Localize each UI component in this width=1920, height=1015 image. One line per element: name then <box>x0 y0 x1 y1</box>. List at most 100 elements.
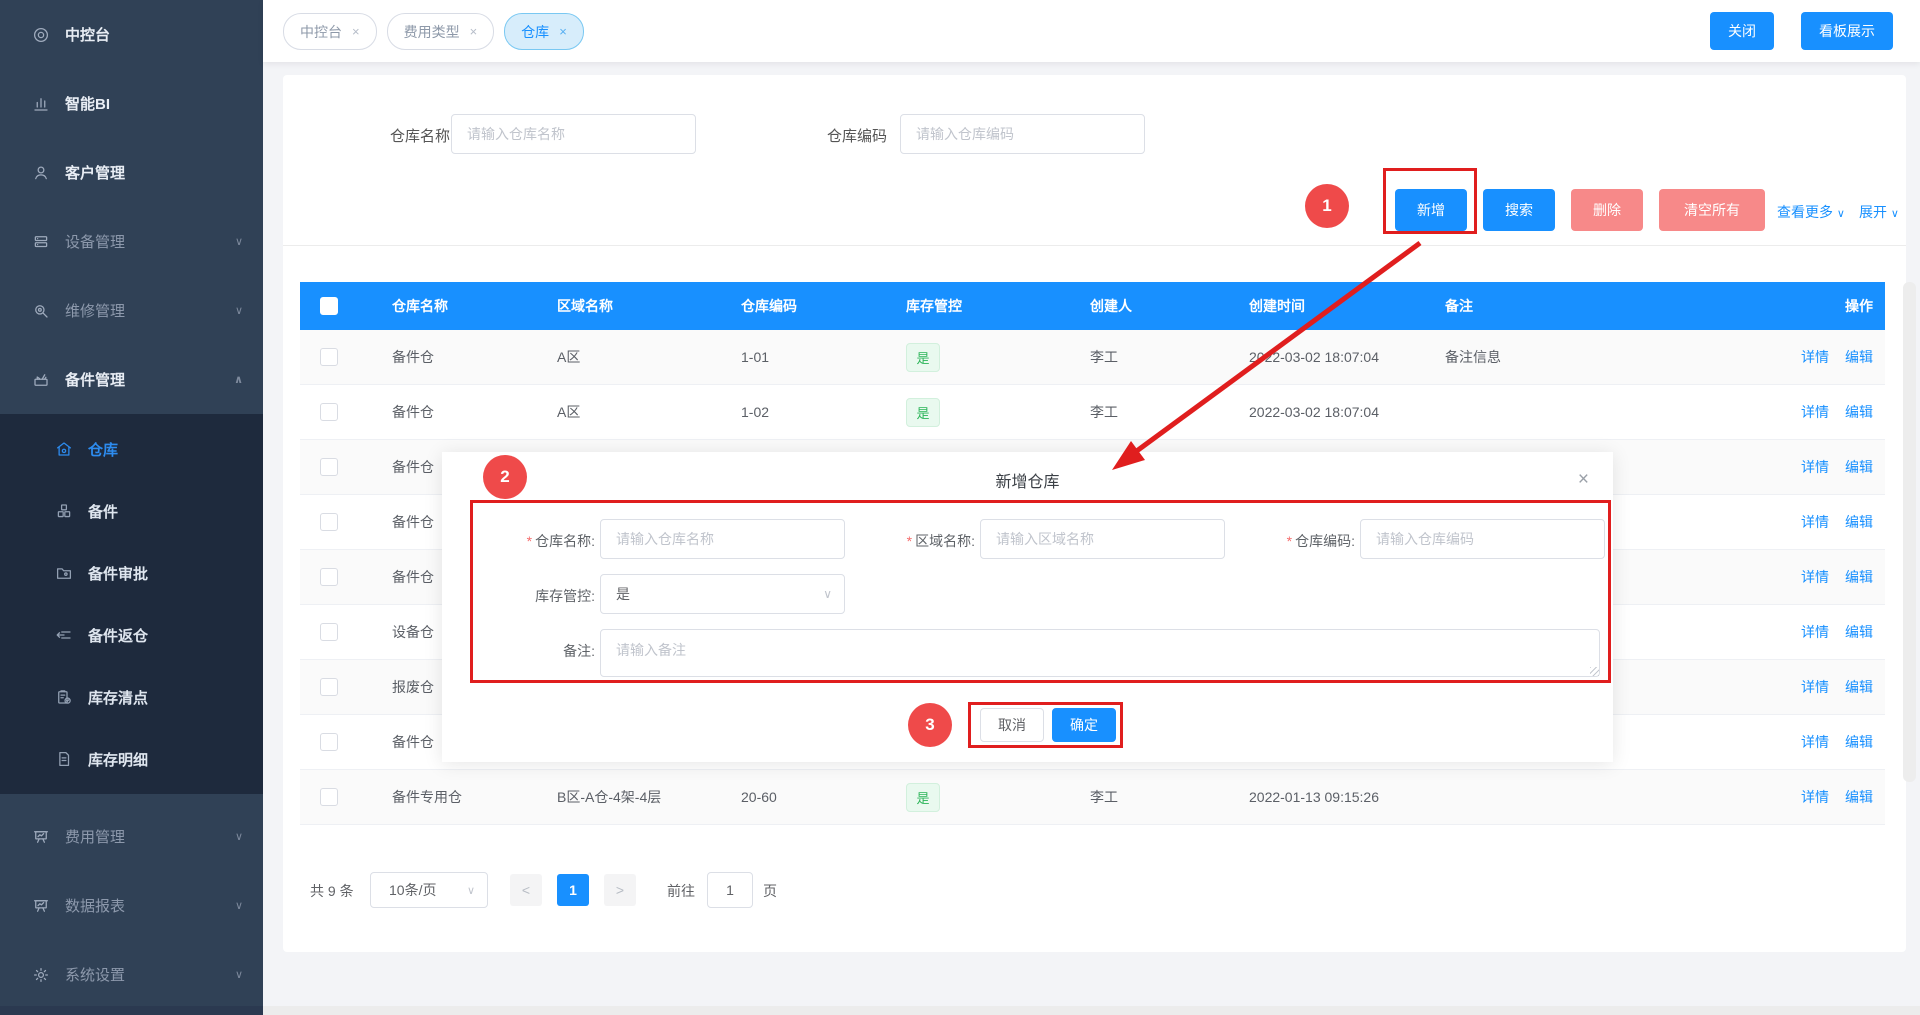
detail-link[interactable]: 详情 <box>1801 789 1829 805</box>
submenu-item-parts-approval[interactable]: 备件审批 <box>0 542 263 604</box>
row-checkbox[interactable] <box>320 458 338 476</box>
detail-link[interactable]: 详情 <box>1801 679 1829 695</box>
clear-all-button[interactable]: 清空所有 <box>1659 189 1765 231</box>
sidebar-item-reports[interactable]: 数据报表 ∨ <box>0 871 263 940</box>
edit-link[interactable]: 编辑 <box>1845 569 1873 585</box>
sidebar-item-label: 智能BI <box>65 93 243 114</box>
submenu-item-parts[interactable]: 备件 <box>0 480 263 542</box>
edit-link[interactable]: 编辑 <box>1845 789 1873 805</box>
row-checkbox[interactable] <box>320 788 338 806</box>
spare-parts-icon <box>32 371 50 389</box>
view-more-link[interactable]: 查看更多 ∨ <box>1777 202 1845 222</box>
detail-link[interactable]: 详情 <box>1801 459 1829 475</box>
resize-grip-icon[interactable] <box>1590 667 1599 676</box>
submenu-item-parts-return[interactable]: 备件返仓 <box>0 604 263 666</box>
sidebar-item-spare-parts[interactable]: 备件管理 ∧ <box>0 345 263 414</box>
cell-creator: 李工 <box>1056 402 1215 422</box>
sidebar-submenu: 仓库 备件 备件审批 备件返仓 库存清点 库存明细 <box>0 414 263 794</box>
row-checkbox[interactable] <box>320 568 338 586</box>
divider <box>283 245 1906 246</box>
expand-link[interactable]: 展开 ∨ <box>1859 202 1899 222</box>
detail-link[interactable]: 详情 <box>1801 404 1829 420</box>
tab-console[interactable]: 中控台 × <box>283 13 377 50</box>
detail-link[interactable]: 详情 <box>1801 349 1829 365</box>
submenu-item-stock-detail[interactable]: 库存明细 <box>0 728 263 790</box>
sidebar-item-repair[interactable]: 维修管理 ∨ <box>0 276 263 345</box>
cell-area: A区 <box>523 402 707 422</box>
vertical-scrollbar[interactable] <box>1903 282 1916 782</box>
sidebar-item-label: 客户管理 <box>65 162 243 183</box>
dialog-title: 新增仓库 <box>442 468 1613 492</box>
stock-control-select[interactable]: 是 ∨ <box>600 574 845 614</box>
warehouse-name-input[interactable] <box>451 114 696 154</box>
confirm-button[interactable]: 确定 <box>1052 708 1116 742</box>
search-button[interactable]: 搜索 <box>1483 189 1555 231</box>
warehouse-code-input[interactable] <box>900 114 1145 154</box>
next-page-button[interactable]: > <box>604 874 636 906</box>
submenu-item-label: 备件审批 <box>88 563 148 584</box>
submenu-item-stocktake[interactable]: 库存清点 <box>0 666 263 728</box>
submenu-item-warehouse[interactable]: 仓库 <box>0 418 263 480</box>
field-label-text: 仓库编码: <box>1295 533 1355 549</box>
goto-page-input[interactable] <box>707 872 753 908</box>
close-icon[interactable]: × <box>352 24 360 39</box>
sidebar-item-customers[interactable]: 客户管理 <box>0 138 263 207</box>
sidebar-item-bi[interactable]: 智能BI <box>0 69 263 138</box>
sidebar-item-console[interactable]: 中控台 <box>0 0 263 69</box>
stock-control-field-label: 库存管控: <box>485 586 595 606</box>
bar-chart-icon <box>32 95 50 113</box>
current-page[interactable]: 1 <box>557 874 589 906</box>
view-more-label: 查看更多 <box>1777 204 1833 220</box>
detail-link[interactable]: 详情 <box>1801 734 1829 750</box>
dialog-area-name-input[interactable] <box>980 519 1225 559</box>
page-size-select[interactable]: 10条/页 ∨ <box>370 872 488 908</box>
row-checkbox[interactable] <box>320 513 338 531</box>
chevron-down-icon: ∨ <box>235 899 243 912</box>
sidebar-item-expenses[interactable]: 费用管理 ∨ <box>0 802 263 871</box>
detail-link[interactable]: 详情 <box>1801 569 1829 585</box>
report-board-icon <box>32 897 50 915</box>
edit-link[interactable]: 编辑 <box>1845 349 1873 365</box>
col-warehouse-code: 仓库编码 <box>707 296 872 316</box>
warehouse-name-field-label: *仓库名称: <box>485 531 595 551</box>
row-checkbox[interactable] <box>320 733 338 751</box>
delete-button[interactable]: 删除 <box>1571 189 1643 231</box>
goto-label: 前往 <box>667 881 695 901</box>
prev-page-button[interactable]: < <box>510 874 542 906</box>
row-checkbox[interactable] <box>320 348 338 366</box>
edit-link[interactable]: 编辑 <box>1845 624 1873 640</box>
edit-link[interactable]: 编辑 <box>1845 679 1873 695</box>
dialog-warehouse-name-input[interactable] <box>600 519 845 559</box>
kanban-display-button[interactable]: 看板展示 <box>1801 12 1893 50</box>
chevron-down-icon: ∨ <box>823 587 832 601</box>
tab-expense-type[interactable]: 费用类型 × <box>387 13 495 50</box>
tab-warehouse[interactable]: 仓库 × <box>504 13 584 50</box>
add-button[interactable]: 新增 <box>1395 189 1467 231</box>
total-count: 共 9 条 <box>310 881 354 901</box>
dialog-warehouse-code-input[interactable] <box>1360 519 1605 559</box>
row-checkbox[interactable] <box>320 623 338 641</box>
dialog-close-icon[interactable]: × <box>1578 470 1589 489</box>
horizontal-scrollbar-left[interactable] <box>0 1006 263 1015</box>
cancel-button[interactable]: 取消 <box>980 708 1044 742</box>
close-page-button[interactable]: 关闭 <box>1710 12 1774 50</box>
detail-link[interactable]: 详情 <box>1801 624 1829 640</box>
close-icon[interactable]: × <box>559 24 567 39</box>
app-screen: 中控台 智能BI 客户管理 设备管理 ∨ 维修管理 ∨ 备件管理 ∧ <box>0 0 1920 1015</box>
sidebar-item-settings[interactable]: 系统设置 ∨ <box>0 940 263 1009</box>
edit-link[interactable]: 编辑 <box>1845 514 1873 530</box>
required-mark: * <box>527 533 532 549</box>
row-checkbox[interactable] <box>320 678 338 696</box>
detail-link[interactable]: 详情 <box>1801 514 1829 530</box>
row-checkbox[interactable] <box>320 403 338 421</box>
gear-icon <box>32 966 50 984</box>
horizontal-scrollbar-right[interactable] <box>263 1006 1920 1015</box>
dialog-remark-textarea[interactable] <box>600 629 1600 677</box>
close-icon[interactable]: × <box>470 24 478 39</box>
edit-link[interactable]: 编辑 <box>1845 734 1873 750</box>
select-all-checkbox[interactable] <box>320 297 338 315</box>
sidebar-item-devices[interactable]: 设备管理 ∨ <box>0 207 263 276</box>
edit-link[interactable]: 编辑 <box>1845 404 1873 420</box>
cell-area: B区-A仓-4架-4层 <box>523 787 707 807</box>
edit-link[interactable]: 编辑 <box>1845 459 1873 475</box>
